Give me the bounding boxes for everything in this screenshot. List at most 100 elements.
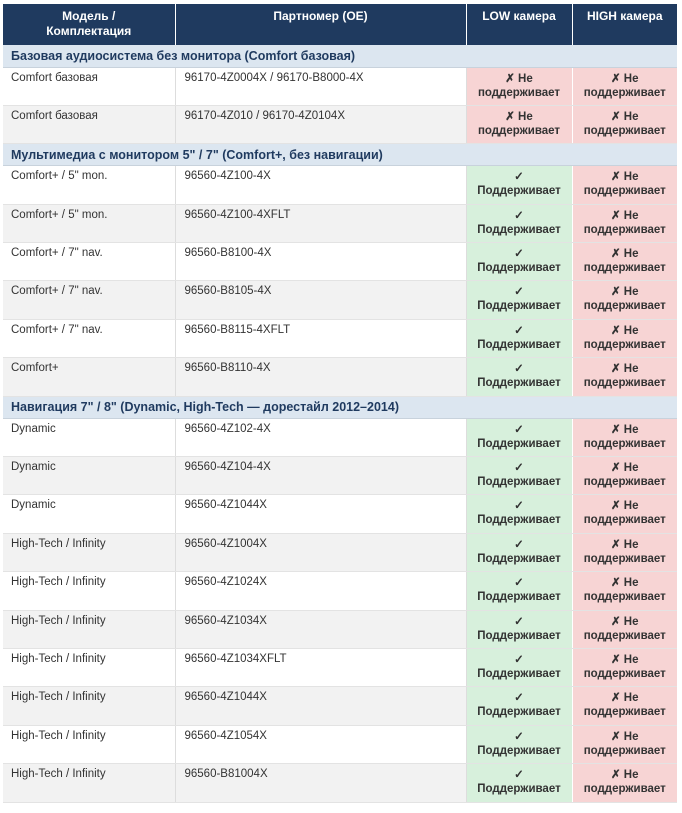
section-title: Базовая аудиосистема без монитора (Comfo… xyxy=(3,45,677,68)
status-text: поддерживает xyxy=(583,552,666,565)
table-row: High-Tech / Infinity 96560-4Z1034XFLT ✓ Под… xyxy=(3,648,677,688)
status-not-supported: ✗ Не поддерживает xyxy=(572,418,677,458)
check-icon: ✓ xyxy=(514,577,524,590)
status-supported: ✓ Поддерживает xyxy=(466,357,573,397)
model-cell: Comfort базовая xyxy=(3,67,176,106)
model-cell: Comfort+ / 7" nav. xyxy=(3,242,176,282)
cross-icon: ✗ Не xyxy=(610,462,639,475)
part-number-cell: 96560-B8110-4X xyxy=(175,357,467,397)
status-text: поддерживает xyxy=(583,124,666,137)
section-title: Навигация 7" / 8" (Dynamic, High-Tech — … xyxy=(3,396,677,419)
cross-icon: ✗ Не xyxy=(610,730,639,743)
status-text: поддерживает xyxy=(583,591,666,604)
cross-icon: ✗ Не xyxy=(610,363,639,376)
status-text: Поддерживает xyxy=(477,377,561,390)
status-text: поддерживает xyxy=(583,185,666,198)
status-not-supported: ✗ Не поддерживает xyxy=(466,67,573,106)
section-header: Мультимедиа с монитором 5" / 7" (Comfort… xyxy=(3,143,677,167)
section-title: Мультимедиа с монитором 5" / 7" (Comfort… xyxy=(3,143,677,167)
cross-icon: ✗ Не xyxy=(610,171,639,184)
status-supported: ✓ Поддерживает xyxy=(466,571,573,611)
part-number-cell: 96560-B8100-4X xyxy=(175,242,467,282)
status-not-supported: ✗ Не поддерживает xyxy=(572,533,677,573)
part-number-cell: 96560-B8105-4X xyxy=(175,280,467,320)
model-cell: High-Tech / Infinity xyxy=(3,725,176,765)
table-row: High-Tech / Infinity 96560-4Z1054X ✓ Поддер… xyxy=(3,725,677,765)
part-number-cell: 96560-4Z1024X xyxy=(175,571,467,611)
status-supported: ✓ Поддерживает xyxy=(466,204,573,244)
cross-icon: ✗ Не xyxy=(610,248,639,261)
check-icon: ✓ xyxy=(514,286,524,299)
part-number-cell: 96560-4Z1044X xyxy=(175,686,467,726)
status-supported: ✓ Поддерживает xyxy=(466,533,573,573)
check-icon: ✓ xyxy=(514,363,524,376)
status-not-supported: ✗ Не поддерживает xyxy=(572,319,677,359)
status-supported: ✓ Поддерживает xyxy=(466,494,573,534)
check-icon: ✓ xyxy=(514,653,524,666)
part-number-cell: 96170-4Z0004X / 96170-B8000-4X xyxy=(175,67,467,106)
status-supported: ✓ Поддерживает xyxy=(466,610,573,649)
status-not-supported: ✗ Не поддерживает xyxy=(572,165,677,205)
status-not-supported: ✗ Не поддерживает xyxy=(572,357,677,397)
header-high-camera: HIGH камера xyxy=(572,4,677,45)
cross-icon: ✗ Не xyxy=(610,423,639,436)
part-number-cell: 96560-B81004X xyxy=(175,763,467,803)
status-not-supported: ✗ Не поддерживает xyxy=(572,571,677,611)
check-icon: ✓ xyxy=(514,248,524,261)
status-supported: ✓ Поддерживает xyxy=(466,165,573,205)
model-cell: High-Tech / Infinity xyxy=(3,610,176,649)
check-icon: ✓ xyxy=(514,692,524,705)
status-not-supported: ✗ Не поддерживает xyxy=(466,105,573,145)
status-text: поддерживает xyxy=(583,223,666,236)
status-text: поддерживает xyxy=(583,706,666,719)
model-cell: High-Tech / Infinity xyxy=(3,571,176,611)
check-icon: ✓ xyxy=(514,500,524,513)
status-supported: ✓ Поддерживает xyxy=(466,242,573,282)
part-number-cell: 96560-4Z1034XFLT xyxy=(175,648,467,688)
status-text: Поддерживает xyxy=(477,338,561,351)
part-number-cell: 96560-4Z1044X xyxy=(175,494,467,534)
model-cell: Comfort+ / 7" nav. xyxy=(3,280,176,320)
table-row: Comfort+ 96560-B8110-4X ✓ Поддерживает ✗ Не п… xyxy=(3,357,677,397)
section-header: Базовая аудиосистема без монитора (Comfo… xyxy=(3,45,677,68)
model-cell: Comfort+ xyxy=(3,357,176,397)
status-text: Поддерживает xyxy=(477,629,561,642)
part-number-cell: 96560-4Z1034X xyxy=(175,610,467,649)
check-icon: ✓ xyxy=(514,462,524,475)
check-icon: ✓ xyxy=(514,423,524,436)
check-icon: ✓ xyxy=(514,615,524,628)
cross-icon: ✗ Не xyxy=(505,72,533,85)
cross-icon: ✗ Не xyxy=(610,324,639,337)
model-cell: Dynamic xyxy=(3,456,176,496)
model-cell: Comfort+ / 5" mon. xyxy=(3,165,176,205)
table-row: High-Tech / Infinity 96560-4Z1044X ✓ Поддер… xyxy=(3,686,677,726)
status-supported: ✓ Поддерживает xyxy=(466,418,573,458)
status-text: поддерживает xyxy=(477,86,561,99)
status-not-supported: ✗ Не поддерживает xyxy=(572,610,677,649)
check-icon: ✓ xyxy=(514,209,524,222)
status-text: поддерживает xyxy=(583,377,666,390)
table-row: Dynamic 96560-4Z104-4X ✓ Поддерживает ✗ Не по… xyxy=(3,456,677,496)
part-number-cell: 96560-4Z102-4X xyxy=(175,418,467,458)
part-number-cell: 96170-4Z010 / 96170-4Z0104X xyxy=(175,105,467,145)
status-text: поддерживает xyxy=(583,514,666,527)
status-text: поддерживает xyxy=(583,86,666,99)
status-text: поддерживает xyxy=(583,262,666,275)
section-header: Навигация 7" / 8" (Dynamic, High-Tech — … xyxy=(3,396,677,419)
status-not-supported: ✗ Не поддерживает xyxy=(572,763,677,803)
model-cell: Dynamic xyxy=(3,494,176,534)
status-text: Поддерживает xyxy=(477,437,561,450)
table-row: Comfort+ / 5" mon. 96560-4Z100-4XFLT ✓ Подд… xyxy=(3,204,677,244)
part-number-cell: 96560-B8115-4XFLT xyxy=(175,319,467,359)
status-not-supported: ✗ Не поддерживает xyxy=(572,686,677,726)
status-text: Поддерживает xyxy=(477,223,561,236)
status-text: Поддерживает xyxy=(477,476,561,489)
table-row: High-Tech / Infinity 96560-4Z1004X ✓ Поддер… xyxy=(3,533,677,573)
status-supported: ✓ Поддерживает xyxy=(466,648,573,688)
part-number-cell: 96560-4Z100-4XFLT xyxy=(175,204,467,244)
table-row: High-Tech / Infinity 96560-4Z1034X ✓ Поддер… xyxy=(3,610,677,649)
table-row: Dynamic 96560-4Z1044X ✓ Поддерживает ✗ Не под… xyxy=(3,494,677,534)
status-supported: ✓ Поддерживает xyxy=(466,686,573,726)
cross-icon: ✗ Не xyxy=(610,209,639,222)
status-text: Поддерживает xyxy=(477,744,561,757)
